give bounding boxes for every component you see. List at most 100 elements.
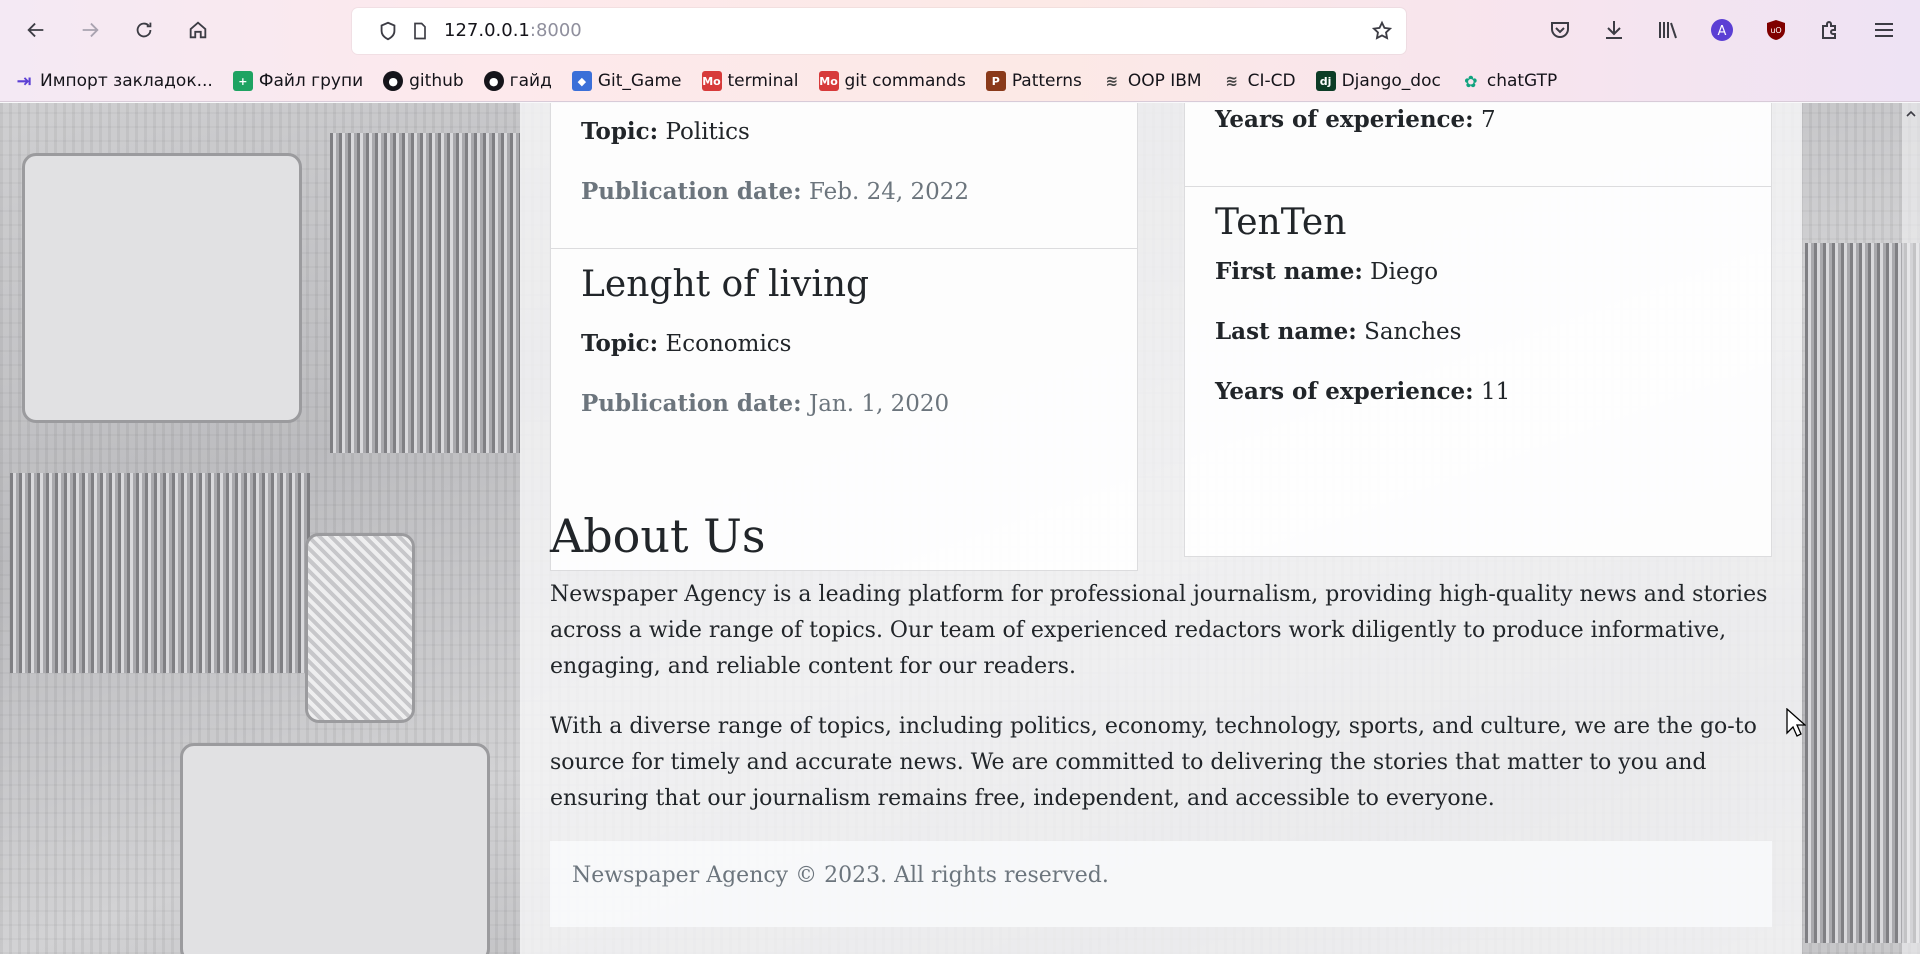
sheets-icon: + [232,71,253,91]
star-icon[interactable] [1370,19,1394,43]
ublock-button[interactable]: uO [1758,12,1794,48]
pocket-icon [1551,22,1569,38]
newspaper-title[interactable]: Lenght of living [581,264,869,305]
date-value: Jan. 1, 2020 [808,391,950,417]
bookmark-git-commands[interactable]: Mo git commands [818,71,966,91]
newspapers-card: Topic: Politics Publication date: Feb. 2… [550,103,1138,571]
library-button[interactable] [1650,12,1686,48]
bookmark-django-doc[interactable]: dj Django_doc [1315,71,1441,91]
topic-label: Topic: [581,118,659,145]
github-icon: ● [383,71,404,91]
extensions-button[interactable] [1812,12,1848,48]
experience-value: 11 [1480,379,1511,405]
bookmark-oop-ibm[interactable]: ≋ OOP IBM [1102,71,1202,91]
last-name-label: Last name: [1215,318,1357,345]
back-button[interactable] [16,10,56,50]
bookmark-github[interactable]: ● github [383,71,464,91]
bookmark-label: OOP IBM [1127,71,1202,91]
experience-label: Years of experience: [1215,378,1474,405]
bookmarks-bar: ⇥ Импорт закладок... + Файл групи ● gith… [14,66,1577,96]
redactor-experience: Years of experience: 11 [1215,378,1510,405]
mdn-icon: Mo [701,71,722,91]
about-title: About Us [550,509,766,563]
bookmark-label: CI-CD [1247,71,1296,91]
account-avatar-icon: A [1711,19,1733,41]
date-label: Publication date: [581,390,802,417]
shield-icon[interactable] [376,19,400,43]
ibm-icon: ≋ [1105,72,1119,90]
download-icon [1606,21,1622,39]
url-bar[interactable]: 127.0.0.1:8000 [352,8,1406,54]
bookmark-label: Файл групи [258,71,364,91]
date-value: Feb. 24, 2022 [808,179,970,205]
last-name-value: Sanches [1364,319,1462,345]
about-paragraph: With a diverse range of topics, includin… [550,714,1757,811]
bookmark-label: Django_doc [1341,71,1441,91]
topic-label: Topic: [581,330,659,357]
newspaper-topic: Topic: Economics [581,330,791,357]
redactor-last-name: Last name: Sanches [1215,318,1461,345]
home-button[interactable] [178,10,218,50]
background-records [10,473,310,673]
ibm-icon: ≋ [1225,72,1238,90]
pocket-button[interactable] [1542,12,1578,48]
bookmark-terminal[interactable]: Mo terminal [701,71,799,91]
redactor-experience: Years of experience: 7 [1215,106,1496,133]
bookmark-label: Импорт закладок... [40,71,213,91]
page-icon[interactable] [408,19,432,43]
mouse-cursor-icon [1786,708,1806,737]
bookmark-label: git commands [844,71,966,91]
card-divider [1185,186,1771,187]
bookmark-label: гайд [509,71,552,91]
bookmark-ci-cd[interactable]: ≋ CI-CD [1222,71,1296,91]
newspaper-topic: Topic: Politics [581,118,750,145]
mdn-icon: Mo [818,71,839,91]
newspaper-date: Publication date: Jan. 1, 2020 [581,390,949,417]
topic-value: Politics [665,119,750,145]
background-amp [22,153,302,423]
background-grille [305,533,415,723]
patterns-icon: P [985,71,1006,91]
downloads-button[interactable] [1596,12,1632,48]
experience-value: 7 [1480,107,1496,133]
bookmark-label: chatGTP [1486,71,1558,91]
card-divider [551,248,1137,249]
browser-chrome: 127.0.0.1:8000 A uO ⇥ Импорт закладок...… [0,0,1920,102]
url-text[interactable]: 127.0.0.1:8000 [444,20,582,41]
svg-text:A: A [1718,24,1727,39]
bookmark-patterns[interactable]: P Patterns [985,71,1082,91]
forward-button[interactable] [70,10,110,50]
library-icon [1659,22,1677,39]
menu-button[interactable] [1866,12,1902,48]
experience-label: Years of experience: [1215,106,1474,133]
puzzle-icon [1822,21,1836,39]
about-paragraph: Newspaper Agency is a leading platform f… [550,582,1768,679]
background-records [330,133,520,453]
reload-button[interactable] [124,10,164,50]
svg-text:uO: uO [1770,26,1781,35]
bookmark-chatgtp[interactable]: ✿ chatGTP [1461,71,1557,91]
bookmark-import[interactable]: ⇥ Импорт закладок... [14,71,213,92]
footer-text: Newspaper Agency © 2023. All rights rese… [572,863,1109,888]
openai-icon: ✿ [1464,71,1478,91]
github-icon: ● [483,71,504,91]
redactor-title[interactable]: TenTen [1215,202,1346,243]
reload-icon [136,22,152,38]
scroll-up-icon[interactable] [1904,107,1918,121]
topic-value: Economics [665,331,792,357]
bookmark-guide[interactable]: ● гайд [483,71,552,91]
account-button[interactable]: A [1704,12,1740,48]
redactors-card: Years of experience: 7 TenTen First name… [1184,103,1772,557]
django-icon: dj [1315,71,1336,91]
bookmark-group-file[interactable]: + Файл групи [232,71,364,91]
first-name-value: Diego [1370,259,1439,285]
git-game-icon: ◆ [571,71,592,91]
url-port: :8000 [529,20,582,41]
bookmark-label: terminal [727,71,799,91]
page-viewport[interactable]: Topic: Politics Publication date: Feb. 2… [0,103,1920,954]
page-scrollbar[interactable] [1902,103,1920,954]
url-host: 127.0.0.1 [444,20,530,41]
bookmark-label: Git_Game [597,71,682,91]
first-name-label: First name: [1215,258,1363,285]
bookmark-git-game[interactable]: ◆ Git_Game [571,71,682,91]
